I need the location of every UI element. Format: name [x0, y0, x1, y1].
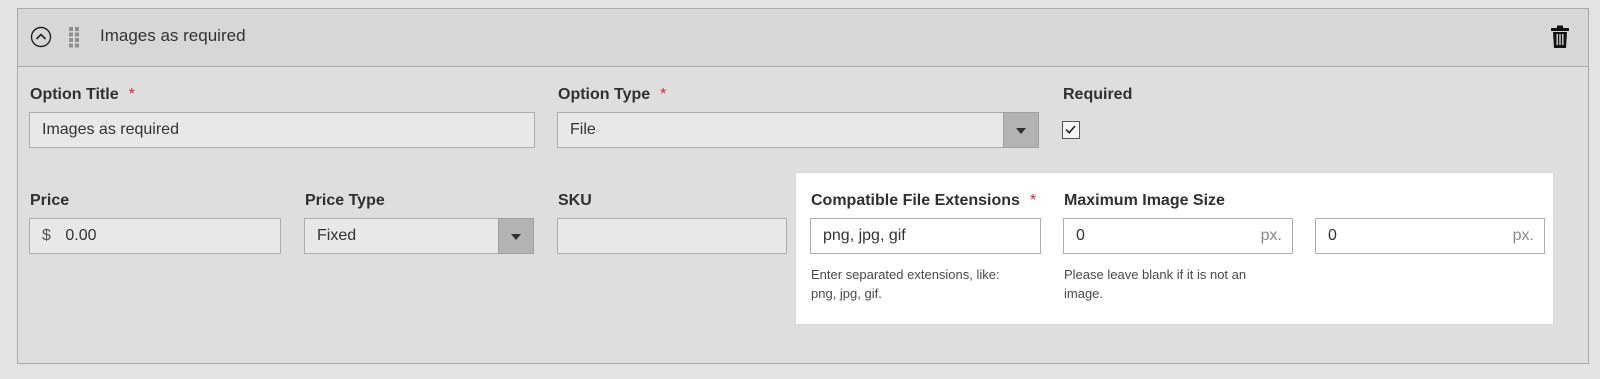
file-extensions-label: Compatible File Extensions * — [811, 192, 1036, 210]
dropdown-arrow-icon[interactable] — [498, 218, 534, 254]
option-header: Images as required — [18, 9, 1588, 67]
file-extensions-note: Enter separated extensions, like: png, j… — [811, 265, 1000, 303]
chevron-up-circle-icon[interactable] — [30, 26, 52, 48]
max-image-size-note: Please leave blank if it is not an image… — [1064, 265, 1246, 303]
required-asterisk: * — [660, 86, 667, 103]
image-height-input[interactable]: 0 px. — [1315, 218, 1545, 254]
option-title-input[interactable]: Images as required — [29, 112, 535, 148]
option-title-label-text: Option Title — [30, 86, 119, 103]
option-type-label-text: Option Type — [558, 86, 651, 103]
price-input[interactable]: $ 0.00 — [29, 218, 281, 254]
file-options-box: Compatible File Extensions * png, jpg, gi… — [796, 173, 1553, 324]
max-image-size-note-line1: Please leave blank if it is not an — [1064, 267, 1247, 282]
price-type-select[interactable]: Fixed — [304, 218, 534, 254]
file-extensions-label-text: Compatible File Extensions — [811, 192, 1020, 209]
sku-label: SKU — [558, 192, 592, 209]
file-extensions-note-line2: png, jpg, gif. — [811, 286, 882, 301]
price-label: Price — [30, 192, 70, 209]
price-value: 0.00 — [65, 227, 97, 244]
option-title-label: Option Title * — [30, 86, 135, 104]
option-title-value: Images as required — [42, 121, 179, 138]
file-extensions-input[interactable]: png, jpg, gif — [810, 218, 1041, 254]
max-image-size-label: Maximum Image Size — [1064, 192, 1225, 209]
max-image-size-note-line2: image. — [1064, 286, 1104, 301]
trash-icon[interactable] — [1550, 25, 1570, 49]
file-extensions-value: png, jpg, gif — [823, 227, 906, 244]
px-unit-label: px. — [1512, 227, 1534, 244]
currency-symbol: $ — [42, 227, 51, 244]
drag-handle-icon[interactable] — [68, 26, 80, 48]
file-extensions-note-line1: Enter separated extensions, like: — [811, 267, 1000, 282]
image-height-value: 0 — [1328, 227, 1337, 244]
checkmark-icon — [1065, 125, 1076, 134]
required-asterisk: * — [128, 86, 135, 103]
option-type-label: Option Type * — [558, 86, 666, 104]
image-width-value: 0 — [1076, 227, 1085, 244]
required-asterisk: * — [1029, 192, 1037, 209]
px-unit-label: px. — [1260, 227, 1282, 244]
price-type-value: Fixed — [317, 227, 357, 244]
option-type-value: File — [570, 121, 596, 138]
required-label: Required — [1063, 86, 1133, 103]
price-type-label: Price Type — [305, 192, 385, 209]
option-type-select[interactable]: File — [557, 112, 1039, 148]
required-checkbox[interactable] — [1062, 121, 1080, 139]
dropdown-arrow-icon[interactable] — [1003, 112, 1039, 148]
image-width-input[interactable]: 0 px. — [1063, 218, 1293, 254]
sku-input[interactable] — [557, 218, 787, 254]
option-header-title: Images as required — [100, 26, 246, 45]
